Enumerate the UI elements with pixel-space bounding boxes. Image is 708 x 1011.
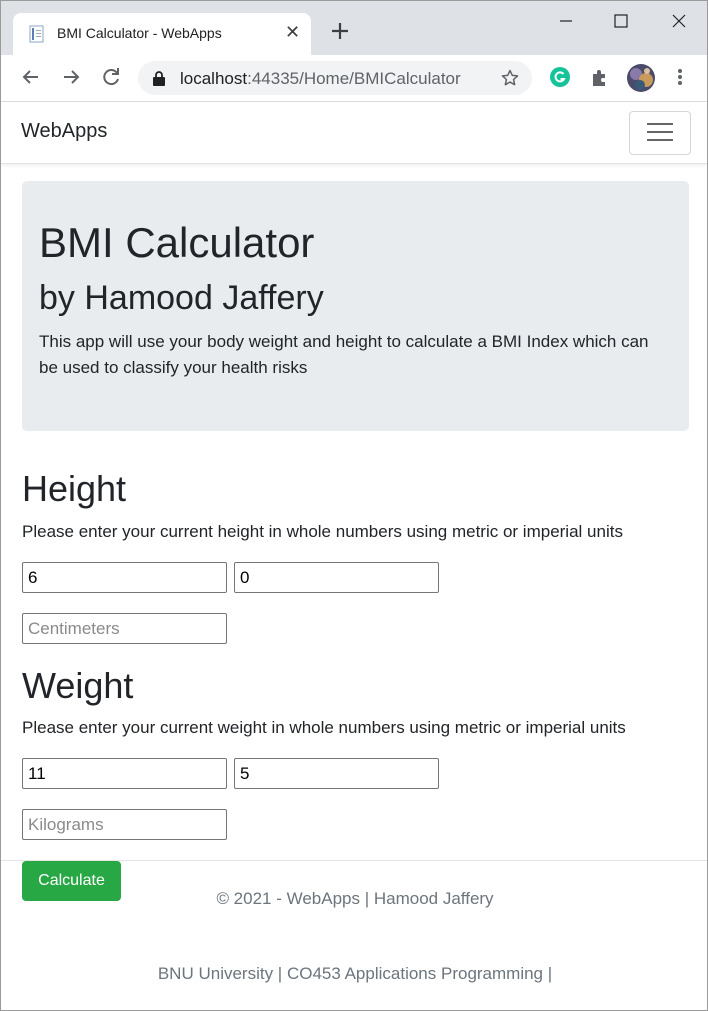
height-instructions: Please enter your current height in whol… xyxy=(22,522,623,541)
navbar-toggle-button[interactable] xyxy=(629,111,691,155)
menu-dots-icon[interactable] xyxy=(669,66,691,88)
forward-icon[interactable] xyxy=(59,65,83,89)
tab-strip: BMI Calculator - WebApps ✕ xyxy=(1,1,707,55)
height-inches-input[interactable] xyxy=(234,562,439,593)
reload-icon[interactable] xyxy=(99,65,123,89)
browser-window: BMI Calculator - WebApps ✕ localhost:443… xyxy=(0,0,708,1011)
url-text[interactable]: localhost:44335/Home/BMICalculator xyxy=(180,69,461,89)
address-bar[interactable]: localhost:44335/Home/BMICalculator xyxy=(138,61,532,95)
url-host: localhost xyxy=(180,69,248,88)
back-icon[interactable] xyxy=(19,65,43,89)
hamburger-line xyxy=(647,123,673,125)
grammarly-icon[interactable] xyxy=(549,66,571,88)
weight-pounds-input[interactable] xyxy=(234,758,439,789)
minimize-icon[interactable] xyxy=(554,9,578,33)
page-description: This app will use your body weight and h… xyxy=(39,332,649,377)
page-content: WebApps BMI Calculator by Hamood Jaffery… xyxy=(1,102,707,1010)
hamburger-line xyxy=(647,131,673,133)
bookmark-star-icon[interactable] xyxy=(500,68,520,88)
browser-tab[interactable]: BMI Calculator - WebApps ✕ xyxy=(13,13,311,55)
hamburger-line xyxy=(647,139,673,141)
height-feet-input[interactable] xyxy=(22,562,227,593)
height-cm-input[interactable] xyxy=(22,613,227,644)
lock-icon[interactable] xyxy=(152,70,166,86)
footer-copyright: © 2021 - WebApps | Hamood Jaffery xyxy=(216,889,494,908)
height-heading: Height xyxy=(22,468,127,509)
weight-instructions: Please enter your current weight in whol… xyxy=(22,718,626,737)
weight-stone-input[interactable] xyxy=(22,758,227,789)
maximize-icon[interactable] xyxy=(609,9,633,33)
favicon-icon xyxy=(29,25,44,43)
close-window-icon[interactable] xyxy=(667,9,691,33)
profile-avatar[interactable] xyxy=(627,64,655,92)
weight-kg-input[interactable] xyxy=(22,809,227,840)
site-navbar: WebApps xyxy=(1,102,707,164)
footer-university: BNU University | CO453 Applications Prog… xyxy=(157,964,553,983)
url-path: :44335/Home/BMICalculator xyxy=(247,69,461,88)
page-subtitle: by Hamood Jaffery xyxy=(39,279,324,317)
tab-title: BMI Calculator - WebApps xyxy=(57,25,222,41)
browser-toolbar: localhost:44335/Home/BMICalculator xyxy=(1,55,707,102)
jumbotron: BMI Calculator by Hamood Jaffery This ap… xyxy=(22,181,689,431)
new-tab-icon[interactable] xyxy=(328,19,352,43)
close-icon[interactable]: ✕ xyxy=(285,22,300,43)
weight-heading: Weight xyxy=(22,665,134,706)
site-brand[interactable]: WebApps xyxy=(21,120,107,143)
page-title: BMI Calculator xyxy=(39,219,315,266)
extensions-puzzle-icon[interactable] xyxy=(589,66,611,88)
